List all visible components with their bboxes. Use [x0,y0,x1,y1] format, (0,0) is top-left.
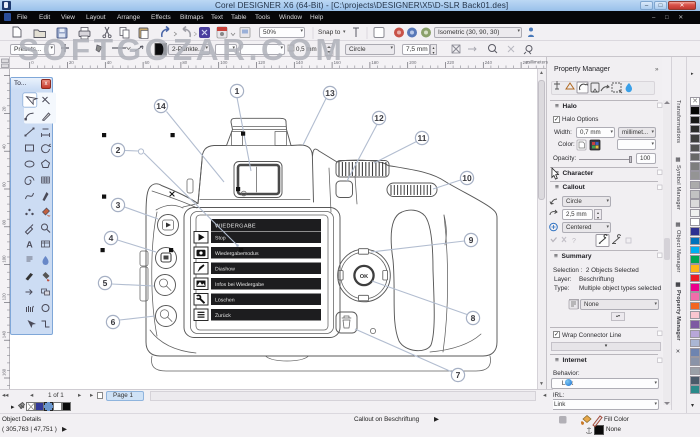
svg-text:A: A [26,240,33,250]
